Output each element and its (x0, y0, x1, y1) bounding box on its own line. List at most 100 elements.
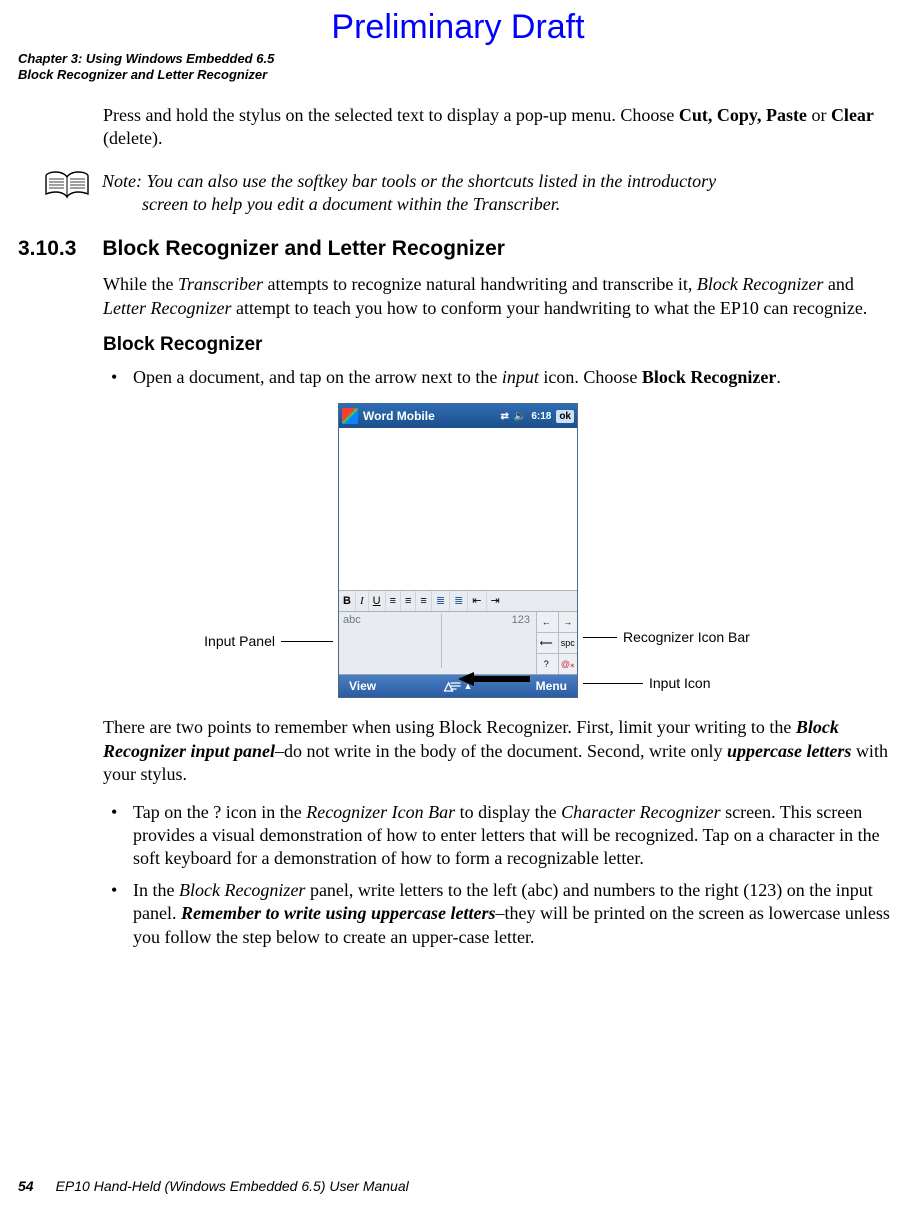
indent-icon[interactable]: ⇥ (487, 591, 504, 611)
document-area[interactable] (339, 428, 577, 591)
list-item: Open a document, and tap on the arrow ne… (103, 366, 894, 389)
forward-arrow-icon[interactable]: → (558, 612, 578, 632)
bullet-list: Tap on the ? icon in the Recognizer Icon… (103, 801, 894, 949)
figure: Word Mobile ⇄ 🔈 6:18 ok B I U ≡ ≡ ≡ ≣ ≣ … (18, 403, 898, 698)
text-italic: Block Recognizer (697, 274, 823, 294)
text: or (807, 105, 831, 125)
running-header: Chapter 3: Using Windows Embedded 6.5 Bl… (18, 51, 898, 84)
windows-flag-icon (342, 408, 358, 424)
text: Open a document, and tap on the arrow ne… (133, 367, 502, 387)
symbol-icon[interactable]: @⁎ (558, 654, 578, 674)
device-screenshot: Word Mobile ⇄ 🔈 6:18 ok B I U ≡ ≡ ≡ ≣ ≣ … (338, 403, 578, 698)
text: attempts to recognize natural handwritin… (263, 274, 697, 294)
text: In the (133, 880, 179, 900)
text-bold: Cut, Copy, Paste (679, 105, 807, 125)
align-center-icon[interactable]: ≡ (401, 591, 416, 611)
callout-recognizer-bar: Recognizer Icon Bar (583, 629, 750, 645)
draft-banner: Preliminary Draft (18, 8, 898, 47)
view-softkey[interactable]: View (349, 679, 376, 693)
back-arrow-icon[interactable]: ← (537, 612, 556, 632)
help-icon[interactable]: ? (537, 654, 556, 674)
outdent-icon[interactable]: ⇤ (468, 591, 486, 611)
text: While the (103, 274, 178, 294)
text-italic: Recognizer Icon Bar (306, 802, 455, 822)
callout-label: Input Icon (649, 675, 711, 691)
callout-label: Input Panel (204, 633, 275, 649)
section-heading: 3.10.3 Block Recognizer and Letter Recog… (18, 237, 898, 261)
recognizer-icon-bar: ← → ⟵ spc ? @⁎ (537, 612, 577, 674)
text: –do not write in the body of the documen… (275, 741, 727, 761)
text-italic: Transcriber (178, 274, 263, 294)
bullet-list: Open a document, and tap on the arrow ne… (103, 366, 894, 389)
running-header-line1: Chapter 3: Using Windows Embedded 6.5 (18, 51, 898, 67)
number-list-icon[interactable]: ≣ (432, 591, 450, 611)
connectivity-icon: ⇄ (500, 411, 508, 422)
nav-buttons[interactable]: ← → (537, 612, 577, 633)
speaker-icon: 🔈 (514, 411, 526, 422)
note-text: Note: You can also use the softkey bar t… (102, 170, 716, 215)
ok-button[interactable]: ok (556, 410, 574, 423)
note-label: Note: (102, 171, 147, 191)
note-block: Note: You can also use the softkey bar t… (44, 170, 898, 215)
page-footer: 54 EP10 Hand-Held (Windows Embedded 6.5) … (18, 1178, 409, 1194)
align-right-icon[interactable]: ≡ (416, 591, 431, 611)
text: . (776, 367, 781, 387)
help-symbol-row[interactable]: ? @⁎ (537, 654, 577, 674)
callout-line (281, 641, 333, 642)
callout-input-panel: Input Panel (204, 633, 333, 649)
panel-divider (441, 614, 442, 668)
book-icon (44, 170, 90, 205)
text-italic: input (502, 367, 539, 387)
page-number: 54 (18, 1178, 34, 1194)
list-item: Tap on the ? icon in the Recognizer Icon… (103, 801, 894, 871)
note-line1: You can also use the softkey bar tools o… (147, 171, 717, 191)
text-italic: Block Recognizer (179, 880, 305, 900)
numbers-label: 123 (512, 614, 530, 626)
text: There are two points to remember when us… (103, 717, 796, 737)
text-bold-italic: uppercase letters (727, 741, 851, 761)
input-panel[interactable]: abc 123 ← → ⟵ spc ? @⁎ (339, 612, 577, 675)
window-title: Word Mobile (363, 409, 435, 423)
format-toolbar: B I U ≡ ≡ ≡ ≣ ≣ ⇤ ⇥ (339, 591, 577, 612)
abc-label: abc (343, 614, 361, 626)
writing-area[interactable]: abc 123 (339, 612, 537, 674)
title-bar: Word Mobile ⇄ 🔈 6:18 ok (339, 404, 577, 428)
callout-line (583, 637, 617, 638)
bullet-list-icon[interactable]: ≣ (450, 591, 468, 611)
text: and (823, 274, 854, 294)
section-title: Block Recognizer and Letter Recognizer (102, 237, 505, 261)
text: Press and hold the stylus on the selecte… (103, 105, 679, 125)
text: to display the (455, 802, 561, 822)
text-bold-italic: Remember to write using uppercase letter… (181, 903, 496, 923)
clock-text: 6:18 (531, 411, 551, 422)
text-bold: Clear (831, 105, 874, 125)
running-header-line2: Block Recognizer and Letter Recognizer (18, 67, 898, 83)
menu-softkey[interactable]: Menu (536, 679, 567, 693)
text: icon. Choose (539, 367, 642, 387)
text-italic: Character Recognizer (561, 802, 720, 822)
paragraph: While the Transcriber attempts to recogn… (103, 273, 890, 320)
underline-button[interactable]: U (369, 591, 386, 611)
text: (delete). (103, 128, 162, 148)
section-number: 3.10.3 (18, 237, 76, 261)
manual-title: EP10 Hand-Held (Windows Embedded 6.5) Us… (56, 1178, 409, 1194)
list-item: In the Block Recognizer panel, write let… (103, 879, 894, 949)
bold-button[interactable]: B (339, 591, 356, 611)
text-italic: Letter Recognizer (103, 298, 231, 318)
callout-input-icon: Input Icon (583, 675, 711, 691)
pointer-arrow-icon (458, 672, 530, 686)
note-line2: screen to help you edit a document withi… (142, 193, 716, 216)
text: attempt to teach you how to conform your… (231, 298, 867, 318)
document-page: Preliminary Draft Chapter 3: Using Windo… (0, 0, 916, 1208)
align-left-icon[interactable]: ≡ (386, 591, 401, 611)
text: Tap on the ? icon in the (133, 802, 306, 822)
intro-paragraph: Press and hold the stylus on the selecte… (103, 104, 888, 151)
backspace-icon[interactable]: ⟵ (537, 633, 556, 653)
subsection-heading: Block Recognizer (103, 334, 898, 356)
space-key[interactable]: spc (558, 633, 578, 653)
paragraph: There are two points to remember when us… (103, 716, 890, 786)
backspace-space-row[interactable]: ⟵ spc (537, 633, 577, 654)
italic-button[interactable]: I (356, 591, 369, 611)
callout-label: Recognizer Icon Bar (623, 629, 750, 645)
text-bold: Block Recognizer (642, 367, 776, 387)
